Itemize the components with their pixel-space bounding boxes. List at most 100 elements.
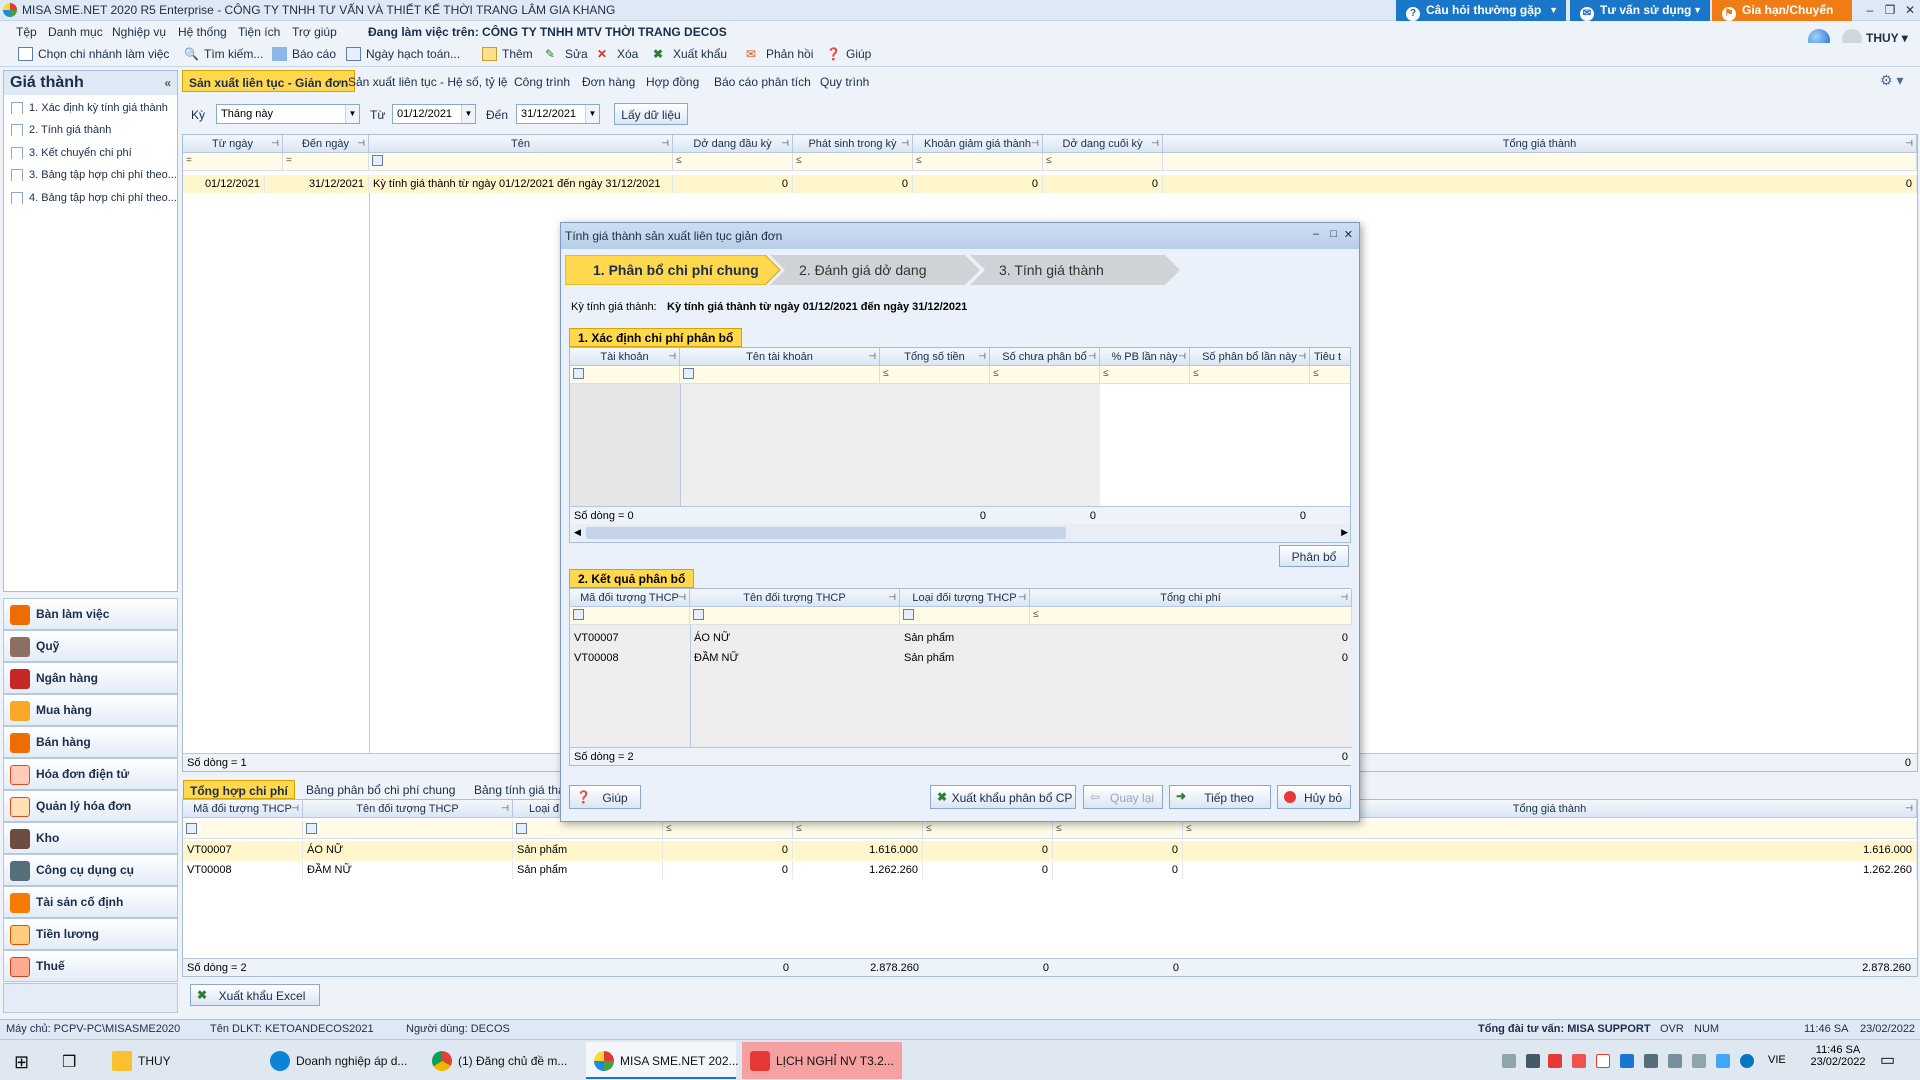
taskbar-item-wps[interactable]: LỊCH NGHỈ NV T3.2... xyxy=(742,1042,902,1079)
module-tools[interactable]: Công cụ dụng cụ xyxy=(3,854,178,886)
restore-icon[interactable]: ❐ xyxy=(1880,2,1900,19)
filter-cell[interactable]: ≤ xyxy=(1190,366,1310,384)
module-e-invoice[interactable]: Hóa đơn điện tử xyxy=(3,758,178,790)
tab-cost-summary[interactable]: Tổng hợp chi phí xyxy=(183,780,295,799)
filter-checkbox[interactable] xyxy=(573,368,584,379)
filter-cell[interactable]: ≤ xyxy=(1310,366,1350,384)
tab-analysis-report[interactable]: Báo cáo phân tích xyxy=(708,70,817,92)
table-row[interactable]: VT00008 ĐẦM NỮ Sản phẩm 0 1.262.260 0 0 … xyxy=(183,861,1917,881)
export-button[interactable]: ✖ Xuất khẩu xyxy=(653,47,727,61)
col-closing-wip[interactable]: Dở dang cuối kỳ ⊣ xyxy=(1043,135,1163,153)
filter-checkbox[interactable] xyxy=(306,823,317,834)
menu-help[interactable]: Trợ giúp xyxy=(292,25,337,39)
filter-checkbox[interactable] xyxy=(693,609,704,620)
tree-item-calculate[interactable]: 2. Tính giá thành xyxy=(9,124,177,136)
filter-cell[interactable]: ≤ xyxy=(1100,366,1190,384)
horizontal-scrollbar[interactable]: ◀ ▶ xyxy=(570,524,1350,542)
filter-checkbox[interactable] xyxy=(573,609,584,620)
module-cash[interactable]: Quỹ xyxy=(3,630,178,662)
close-icon[interactable]: ✕ xyxy=(1344,228,1353,241)
table-row[interactable]: VT00007 ÁO NỮ Sản phẩm 0 1.616.000 0 0 1… xyxy=(183,841,1917,861)
tree-item-cost-summary-3[interactable]: 3. Bảng tập hợp chi phí theo... xyxy=(9,169,177,181)
col-object-type[interactable]: Loại đối tượng THCP ⊣ xyxy=(900,589,1030,607)
col-opening-wip[interactable]: Dở dang đầu kỳ ⊣ xyxy=(673,135,793,153)
allocate-button[interactable]: Phân bổ xyxy=(1279,545,1349,567)
step-1-label[interactable]: 1. Phân bổ chi phí chung xyxy=(565,255,759,285)
filter-cell[interactable]: ≤ xyxy=(793,153,913,171)
filter-cell[interactable]: ≤ xyxy=(673,153,793,171)
settings-gear-icon[interactable]: ⚙ ▾ xyxy=(1880,72,1903,89)
fetch-data-button[interactable]: Lấy dữ liệu xyxy=(614,103,688,125)
branch-button[interactable]: Chọn chi nhánh làm việc xyxy=(18,47,169,61)
col-incurred[interactable]: Phát sinh trong kỳ ⊣ xyxy=(793,135,913,153)
export-excel-button[interactable]: ✖ Xuất khẩu Excel xyxy=(190,984,320,1006)
from-date-input[interactable]: 01/12/2021 ▼ xyxy=(392,104,476,124)
tray-wps-icon[interactable] xyxy=(1548,1054,1562,1068)
scroll-right-icon[interactable]: ▶ xyxy=(1341,527,1348,538)
tree-item-transfer[interactable]: 3. Kết chuyển chi phí xyxy=(9,147,177,159)
tray-app-icon[interactable] xyxy=(1526,1054,1540,1068)
module-desktop[interactable]: Bàn làm việc xyxy=(3,598,178,630)
tab-construction[interactable]: Công trình xyxy=(508,70,576,92)
module-bank[interactable]: Ngân hàng xyxy=(3,662,178,694)
tray-volume-icon[interactable] xyxy=(1644,1054,1658,1068)
col-total-cost[interactable]: Tổng chi phí ⊣ xyxy=(1030,589,1352,607)
calendar-dropdown-icon[interactable]: ▼ xyxy=(585,105,599,123)
tab-contract[interactable]: Hợp đồng xyxy=(640,70,705,92)
taskbar-item-edge[interactable]: Doanh nghiệp áp d... xyxy=(262,1042,412,1079)
filter-cell[interactable] xyxy=(900,607,1030,625)
module-invoice-management[interactable]: Quản lý hóa đơn xyxy=(3,790,178,822)
next-button[interactable]: ➜ Tiếp theo xyxy=(1169,785,1271,809)
collapse-icon[interactable]: « xyxy=(164,76,171,90)
table-row[interactable]: 01/12/2021 31/12/2021 Kỳ tính giá thành … xyxy=(183,175,1917,193)
renew-button[interactable]: ⚑Gia hạn/Chuyển gói xyxy=(1712,0,1852,38)
filter-cell[interactable]: ≤ xyxy=(1183,821,1917,839)
taskbar-item-folder[interactable]: THUY xyxy=(104,1042,254,1079)
menu-system[interactable]: Hệ thống xyxy=(178,25,227,39)
step-3-label[interactable]: 3. Tính giá thành xyxy=(971,255,1104,285)
tab-continuous-ratio[interactable]: Sản xuất liên tục - Hệ số, tỷ lệ xyxy=(342,70,513,92)
module-sales[interactable]: Bán hàng xyxy=(3,726,178,758)
windows-start-icon[interactable]: ⊞ xyxy=(14,1052,29,1073)
task-view-icon[interactable]: ❒ xyxy=(62,1052,76,1072)
minimize-icon[interactable]: ‒ xyxy=(1860,2,1880,19)
filter-cell[interactable]: ≤ xyxy=(663,821,793,839)
col-to-date[interactable]: Đến ngày ⊣ xyxy=(283,135,369,153)
col-cost-reduction[interactable]: Khoản giảm giá thành ⊣ xyxy=(913,135,1043,153)
dialog-help-button[interactable]: ❓ Giúp xyxy=(569,785,641,809)
period-select[interactable]: Tháng này ▼ xyxy=(216,104,360,124)
tree-item-cost-summary-4[interactable]: 4. Bảng tập hợp chi phí theo... xyxy=(9,192,177,204)
filter-cell[interactable] xyxy=(513,821,663,839)
col-object-name[interactable]: Tên đối tượng THCP ⊣ xyxy=(303,800,513,818)
filter-checkbox[interactable] xyxy=(372,155,383,166)
scrollbar-thumb[interactable] xyxy=(586,527,1066,539)
table-row[interactable]: VT00008 ĐẦM NỮ Sản phẩm 0 xyxy=(570,649,1352,669)
faq-button[interactable]: ? Câu hỏi thường gặp ▼ xyxy=(1396,0,1566,21)
export-allocation-button[interactable]: ✖ Xuất khẩu phân bổ CP xyxy=(930,785,1076,809)
col-allocation-percent[interactable]: % PB lần này ⊣ xyxy=(1100,348,1190,366)
taskbar-item-misa[interactable]: MISA SME.NET 202... xyxy=(586,1042,739,1079)
filter-cell[interactable]: ≤ xyxy=(923,821,1053,839)
col-object-name[interactable]: Tên đối tượng THCP ⊣ xyxy=(690,589,900,607)
to-date-input[interactable]: 31/12/2021 ▼ xyxy=(516,104,600,124)
add-button[interactable]: Thêm xyxy=(482,47,533,61)
col-object-code[interactable]: Mã đối tượng THCP ⊣ xyxy=(570,589,690,607)
tray-display-icon[interactable] xyxy=(1716,1054,1730,1068)
filter-cell[interactable]: ≤ xyxy=(990,366,1100,384)
guide-button[interactable]: ✉ Tư vấn sử dụng ▼ xyxy=(1570,0,1710,21)
filter-cell[interactable] xyxy=(1163,153,1917,171)
taskbar-clock[interactable]: 11:46 SA 23/02/2022 xyxy=(1808,1044,1868,1068)
menu-utilities[interactable]: Tiện ích xyxy=(238,25,280,39)
tray-wifi-icon[interactable] xyxy=(1668,1054,1682,1068)
module-shortcut-dock[interactable] xyxy=(3,983,178,1013)
filter-cell[interactable] xyxy=(570,607,690,625)
col-unallocated[interactable]: Số chưa phân bổ ⊣ xyxy=(990,348,1100,366)
filter-checkbox[interactable] xyxy=(903,609,914,620)
table-row[interactable]: VT00007 ÁO NỮ Sản phẩm 0 xyxy=(570,629,1352,649)
module-tax[interactable]: Thuế xyxy=(3,950,178,982)
tab-overhead-allocation[interactable]: Bảng phân bổ chi phí chung xyxy=(300,780,461,799)
filter-checkbox[interactable] xyxy=(516,823,527,834)
step-2-label[interactable]: 2. Đánh giá dở dang xyxy=(771,255,927,285)
tray-cloud-icon[interactable] xyxy=(1502,1054,1516,1068)
taskbar-item-chrome[interactable]: (1) Đăng chủ đề m... xyxy=(424,1042,574,1079)
